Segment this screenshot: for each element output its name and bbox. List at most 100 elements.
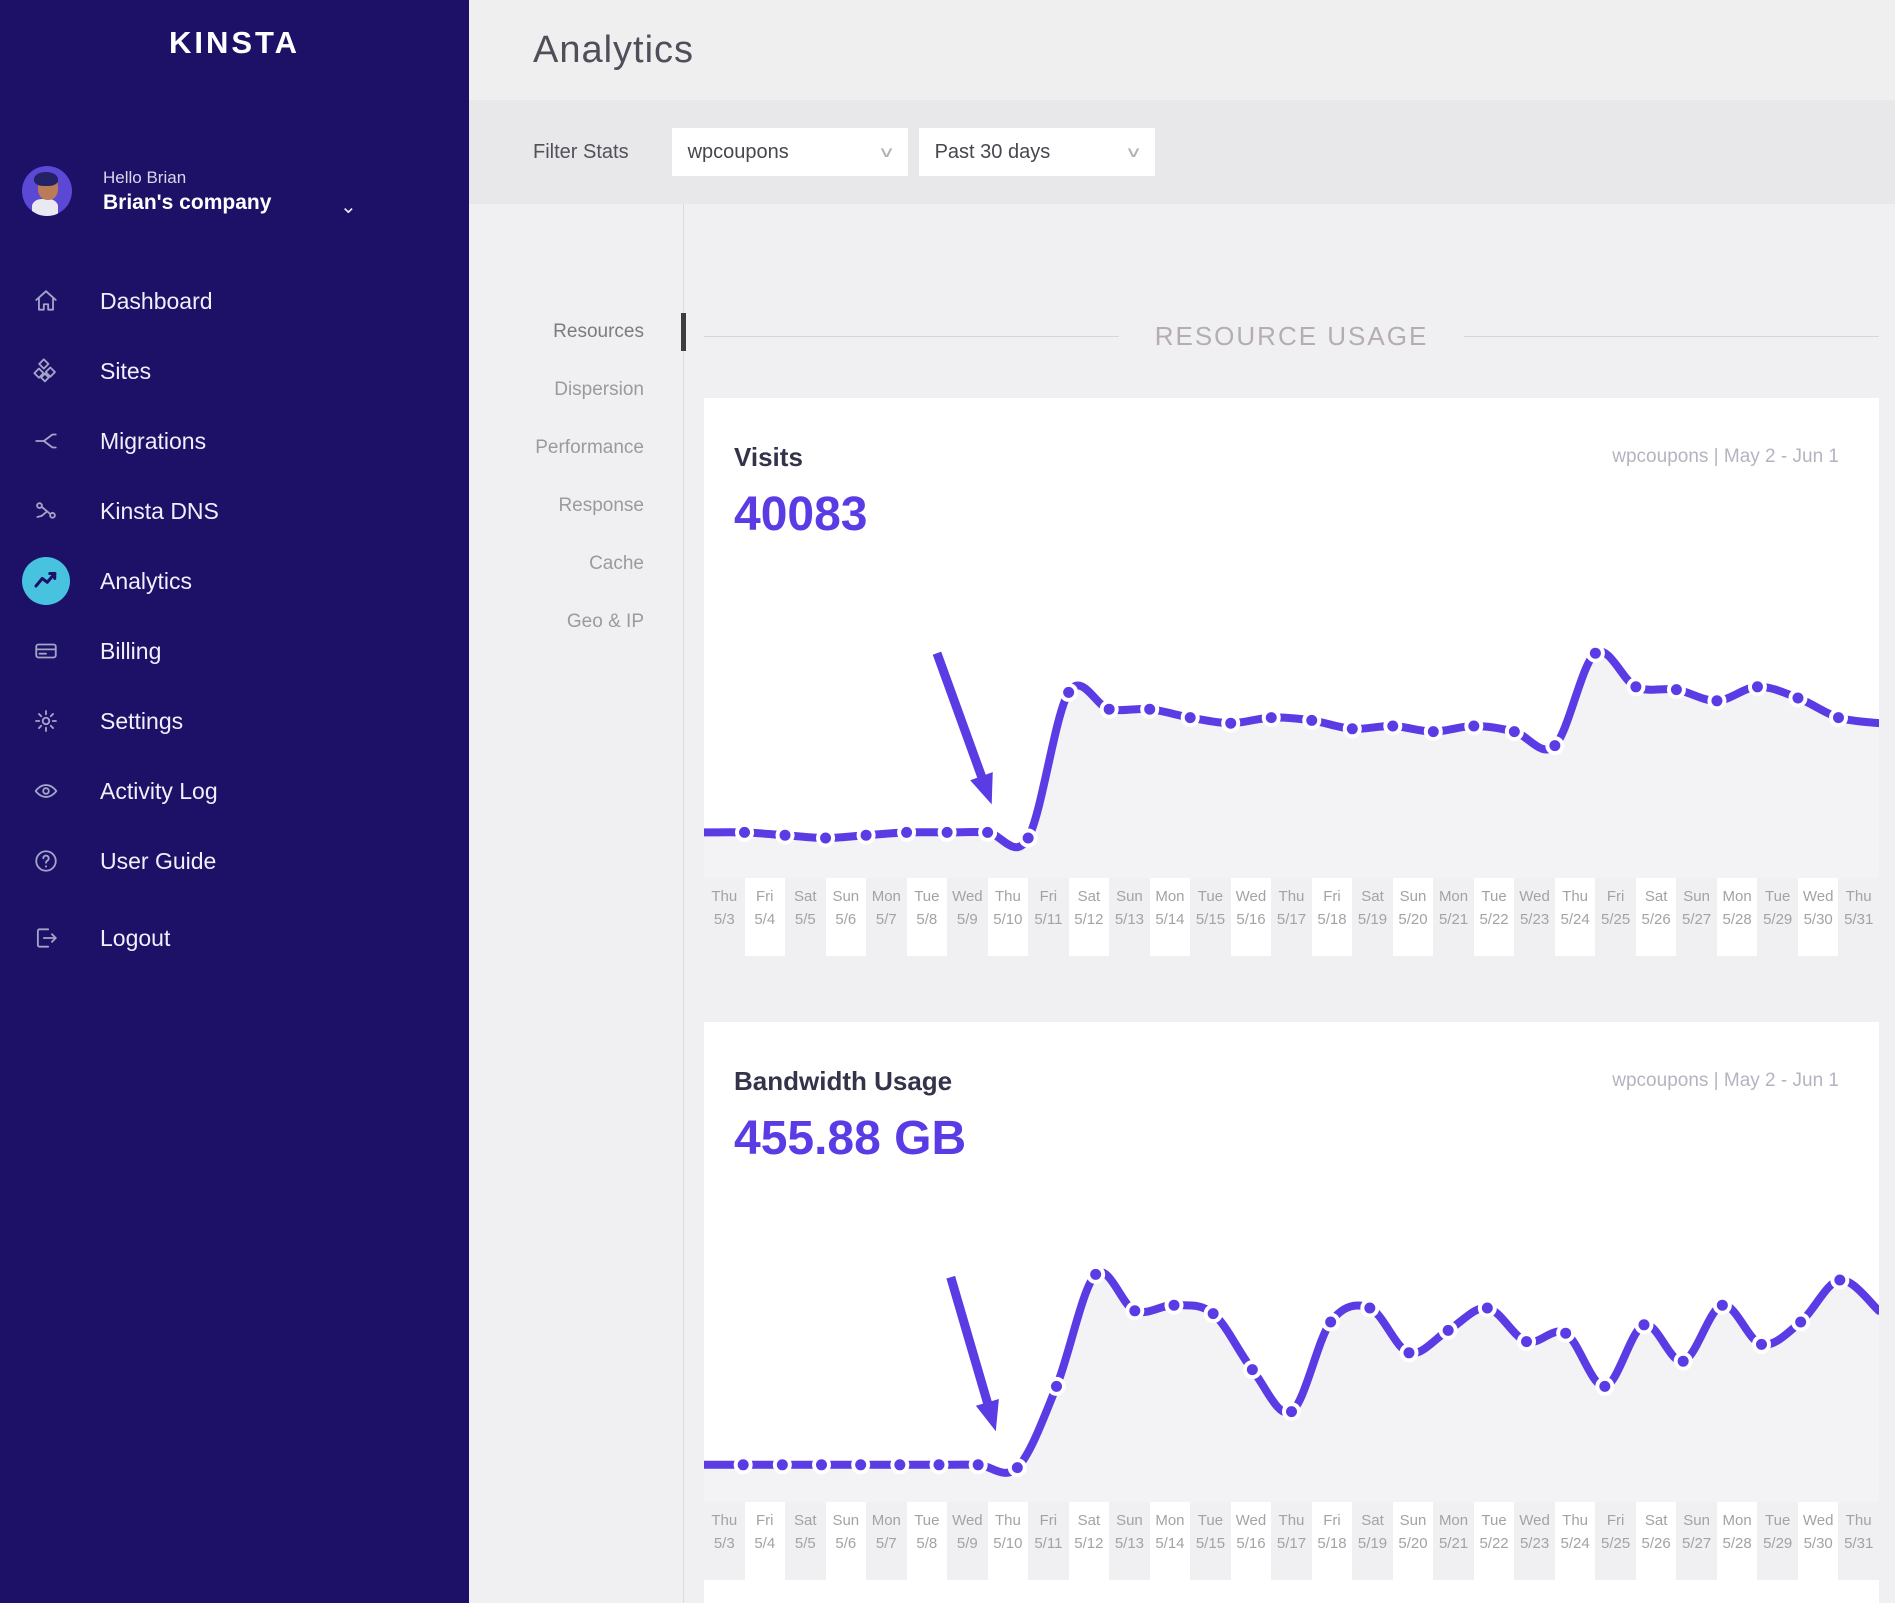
chevron-down-icon[interactable]: ⌄ bbox=[340, 194, 357, 219]
axis-label: Wed5/30 bbox=[1798, 878, 1839, 956]
subnav-item-response[interactable]: Response bbox=[469, 477, 683, 535]
sidebar-item-user-guide[interactable]: User Guide bbox=[0, 826, 469, 896]
data-point bbox=[1223, 716, 1238, 731]
sidebar-item-label: Analytics bbox=[100, 568, 192, 595]
axis-label: Fri5/18 bbox=[1312, 1502, 1353, 1580]
data-point bbox=[1547, 738, 1562, 753]
axis-label: Tue5/29 bbox=[1757, 1502, 1798, 1580]
sidebar-item-analytics[interactable]: Analytics bbox=[0, 546, 469, 616]
axis-label: Mon5/14 bbox=[1150, 1502, 1191, 1580]
sidebar-item-billing[interactable]: Billing bbox=[0, 616, 469, 686]
user-guide-icon bbox=[22, 837, 70, 885]
data-point bbox=[814, 1457, 829, 1472]
axis-label: Tue5/29 bbox=[1757, 878, 1798, 956]
data-point bbox=[971, 1457, 986, 1472]
data-point bbox=[1206, 1306, 1221, 1321]
data-point bbox=[1127, 1303, 1142, 1318]
sidebar-item-label: Logout bbox=[100, 925, 170, 952]
data-point bbox=[1264, 710, 1279, 725]
subnav-item-cache[interactable]: Cache bbox=[469, 535, 683, 593]
subnav-item-dispersion[interactable]: Dispersion bbox=[469, 361, 683, 419]
sidebar-item-logout[interactable]: Logout bbox=[0, 903, 469, 973]
analytics-subnav: ResourcesDispersionPerformanceResponseCa… bbox=[469, 204, 683, 1603]
account-switcher[interactable]: Hello Brian Brian's company ⌄ bbox=[22, 166, 469, 216]
data-point bbox=[1831, 710, 1846, 725]
bandwidth-meta: wpcoupons | May 2 - Jun 1 bbox=[1612, 1070, 1839, 1092]
axis-label: Wed5/9 bbox=[947, 1502, 988, 1580]
axis-label: Tue5/15 bbox=[1190, 878, 1231, 956]
axis-label: Tue5/22 bbox=[1474, 1502, 1515, 1580]
axis-label: Wed5/16 bbox=[1231, 878, 1272, 956]
bandwidth-chart: Thu5/3Fri5/4Sat5/5Sun5/6Mon5/7Tue5/8Wed5… bbox=[704, 1182, 1879, 1580]
analytics-icon bbox=[22, 557, 70, 605]
axis-label: Thu5/24 bbox=[1555, 878, 1596, 956]
data-point bbox=[1669, 682, 1684, 697]
sidebar-item-migrations[interactable]: Migrations bbox=[0, 406, 469, 476]
axis-label: Wed5/30 bbox=[1798, 1502, 1839, 1580]
data-point bbox=[1628, 679, 1643, 694]
axis-label: Sat5/5 bbox=[785, 878, 826, 956]
migrations-icon bbox=[22, 417, 70, 465]
subnav-active-indicator bbox=[681, 313, 686, 351]
site-filter-dropdown[interactable]: wpcoupons ∨ bbox=[672, 128, 908, 176]
data-point bbox=[1183, 710, 1198, 725]
sidebar-item-dashboard[interactable]: Dashboard bbox=[0, 266, 469, 336]
activity-log-icon bbox=[22, 767, 70, 815]
visits-line-chart bbox=[704, 558, 1879, 878]
annotation-arrow-icon bbox=[970, 772, 993, 804]
annotation-arrow-icon bbox=[976, 1399, 999, 1431]
data-point bbox=[1402, 1345, 1417, 1360]
subnav-item-resources[interactable]: Resources bbox=[469, 303, 683, 361]
axis-label: Mon5/28 bbox=[1717, 878, 1758, 956]
data-point bbox=[1362, 1301, 1377, 1316]
sidebar-item-sites[interactable]: Sites bbox=[0, 336, 469, 406]
data-point bbox=[1750, 679, 1765, 694]
axis-label: Sat5/12 bbox=[1069, 878, 1110, 956]
sidebar-item-activity-log[interactable]: Activity Log bbox=[0, 756, 469, 826]
data-point bbox=[1304, 713, 1319, 728]
home-icon bbox=[22, 277, 70, 325]
billing-icon bbox=[22, 627, 70, 675]
subnav-item-geo-ip[interactable]: Geo & IP bbox=[469, 593, 683, 651]
axis-label: Sun5/27 bbox=[1676, 878, 1717, 956]
axis-label: Mon5/14 bbox=[1150, 878, 1191, 956]
data-point bbox=[1480, 1301, 1495, 1316]
date-range-value: Past 30 days bbox=[935, 141, 1051, 164]
data-point bbox=[1793, 1315, 1808, 1330]
data-point bbox=[1284, 1404, 1299, 1419]
axis-label: Mon5/21 bbox=[1433, 878, 1474, 956]
axis-label: Sat5/5 bbox=[785, 1502, 826, 1580]
axis-label: Thu5/31 bbox=[1838, 1502, 1879, 1580]
data-point bbox=[1790, 691, 1805, 706]
data-point bbox=[1167, 1298, 1182, 1313]
data-point bbox=[1010, 1460, 1025, 1475]
axis-label: Wed5/23 bbox=[1514, 1502, 1555, 1580]
sidebar-item-kinsta-dns[interactable]: Kinsta DNS bbox=[0, 476, 469, 546]
sidebar-item-label: Dashboard bbox=[100, 288, 213, 315]
subnav-item-performance[interactable]: Performance bbox=[469, 419, 683, 477]
data-point bbox=[1832, 1273, 1847, 1288]
data-point bbox=[940, 825, 955, 840]
chevron-down-icon: ∨ bbox=[1124, 143, 1142, 161]
axis-label: Thu5/3 bbox=[704, 1502, 745, 1580]
data-point bbox=[1088, 1267, 1103, 1282]
axis-label: Sat5/26 bbox=[1636, 1502, 1677, 1580]
sidebar-item-settings[interactable]: Settings bbox=[0, 686, 469, 756]
data-point bbox=[1715, 1298, 1730, 1313]
data-point bbox=[1588, 646, 1603, 661]
data-point bbox=[892, 1457, 907, 1472]
sidebar-item-label: Kinsta DNS bbox=[100, 498, 219, 525]
data-point bbox=[1519, 1334, 1534, 1349]
section-header: RESOURCE USAGE bbox=[704, 321, 1879, 352]
data-point bbox=[1061, 685, 1076, 700]
chevron-down-icon: ∨ bbox=[877, 143, 895, 161]
axis-label: Thu5/10 bbox=[988, 878, 1029, 956]
axis-label: Fri5/4 bbox=[745, 1502, 786, 1580]
axis-label: Sun5/20 bbox=[1393, 878, 1434, 956]
date-range-dropdown[interactable]: Past 30 days ∨ bbox=[919, 128, 1155, 176]
main-area: Analytics Filter Stats wpcoupons ∨ Past … bbox=[469, 0, 1895, 1603]
section-title: RESOURCE USAGE bbox=[1155, 321, 1429, 352]
company-name: Brian's company bbox=[103, 191, 271, 215]
axis-label: Fri5/11 bbox=[1028, 1502, 1069, 1580]
bandwidth-card: Bandwidth Usage 455.88 GB wpcoupons | Ma… bbox=[704, 1022, 1879, 1603]
